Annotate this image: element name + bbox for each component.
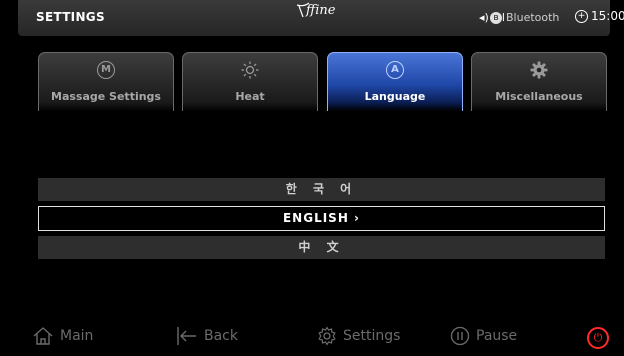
tab-heat[interactable]: Heat bbox=[182, 52, 318, 111]
language-option-korean[interactable]: 한 국 어 bbox=[38, 178, 605, 201]
settings-label: Settings bbox=[343, 328, 401, 344]
clock-time: 15:00 bbox=[591, 9, 624, 23]
tab-massage-settings[interactable]: M Massage Settings bbox=[38, 52, 174, 111]
massage-m-icon: M bbox=[97, 61, 115, 79]
bluetooth-label: Bluetooth bbox=[506, 11, 560, 24]
page-title: SETTINGS bbox=[36, 10, 105, 24]
pause-label: Pause bbox=[476, 328, 518, 344]
tab-label: Miscellaneous bbox=[495, 90, 583, 103]
brand-logo-text: ffine bbox=[306, 3, 336, 18]
settings-button[interactable]: Settings bbox=[317, 326, 400, 346]
main-button[interactable]: Main bbox=[32, 326, 93, 346]
back-arrow-icon bbox=[177, 327, 196, 345]
settings-gear-icon bbox=[318, 326, 336, 346]
tab-language[interactable]: A Language bbox=[327, 52, 463, 111]
settings-tabs: M Massage Settings Heat A Language Misce… bbox=[38, 52, 607, 112]
power-button[interactable]: ⏻ bbox=[587, 327, 609, 349]
pause-icon bbox=[450, 326, 470, 346]
tab-miscellaneous[interactable]: Miscellaneous bbox=[471, 52, 607, 111]
main-label: Main bbox=[60, 328, 94, 344]
clock: + 15:00 bbox=[575, 9, 624, 23]
back-button[interactable]: Back bbox=[176, 326, 238, 346]
home-icon bbox=[33, 327, 53, 345]
power-icon: ⏻ bbox=[593, 331, 603, 344]
clock-icon: + bbox=[575, 9, 588, 23]
tab-label: Language bbox=[364, 90, 426, 103]
pause-button[interactable]: Pause bbox=[450, 326, 517, 346]
bluetooth-status: ʙ Bluetooth bbox=[490, 11, 559, 24]
tab-label: Heat bbox=[235, 90, 265, 103]
back-label: Back bbox=[204, 328, 238, 344]
bottom-nav: Main Back Settings Pause ⏻ bbox=[18, 318, 610, 356]
gear-icon bbox=[472, 61, 606, 79]
tab-label: Massage Settings bbox=[51, 90, 161, 103]
sun-icon bbox=[183, 61, 317, 79]
language-a-icon: A bbox=[386, 61, 404, 79]
status-bar: SETTINGS ffine ◂) .ııl ʙ Bluetooth + 15:… bbox=[18, 0, 624, 36]
language-option-chinese[interactable]: 中 文 bbox=[38, 236, 605, 259]
language-option-english[interactable]: ENGLISH › bbox=[38, 206, 605, 231]
bluetooth-icon: ʙ bbox=[490, 11, 502, 24]
